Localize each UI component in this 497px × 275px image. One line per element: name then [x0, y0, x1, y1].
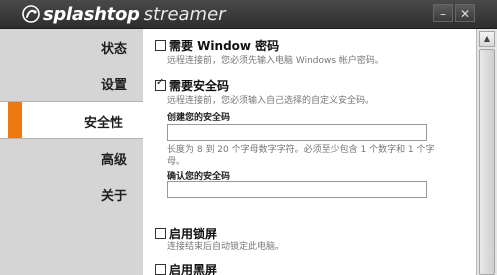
- sidebar-item-settings[interactable]: 设置: [0, 65, 143, 101]
- close-icon: ✕: [459, 7, 471, 21]
- sidebar-item-security[interactable]: 安全性: [0, 101, 143, 139]
- sidebar-item-advanced[interactable]: 高级: [0, 140, 143, 176]
- sidebar-item-status[interactable]: 状态: [0, 29, 143, 65]
- windows-password-checkbox[interactable]: [155, 40, 166, 51]
- security-code-hint: 远程连接前，您必须输入自己选择的自定义安全码。: [167, 96, 375, 106]
- minimize-icon: –: [440, 7, 446, 21]
- black-screen-option[interactable]: 启用黑屏: [155, 261, 217, 275]
- create-code-input[interactable]: [167, 124, 427, 141]
- sidebar: 状态 设置 安全性 高级 关于: [0, 29, 143, 275]
- create-code-label: 创建您的安全码: [167, 113, 231, 123]
- sidebar-item-label: 关于: [100, 189, 127, 204]
- lock-screen-hint: 连接结束后自动锁定此电脑。: [167, 242, 285, 252]
- lock-screen-option[interactable]: 启用锁屏: [155, 225, 217, 242]
- sidebar-item-label: 安全性: [83, 116, 123, 131]
- black-screen-label: 启用黑屏: [169, 263, 218, 275]
- security-code-option[interactable]: 需要安全码: [155, 77, 229, 94]
- confirm-code-input[interactable]: [167, 181, 427, 198]
- black-screen-checkbox[interactable]: [155, 264, 166, 275]
- close-button[interactable]: ✕: [455, 4, 475, 22]
- security-code-label: 需要安全码: [169, 79, 230, 93]
- splashtop-logo-icon: [22, 5, 40, 23]
- sidebar-item-about[interactable]: 关于: [0, 176, 143, 212]
- app-logo: splashtop streamer: [22, 3, 226, 25]
- sidebar-item-label: 高级: [100, 153, 127, 168]
- security-code-checkbox[interactable]: [155, 77, 166, 91]
- windows-password-label: 需要 Window 密码: [169, 39, 280, 53]
- product-name: streamer: [143, 3, 226, 25]
- windows-password-option[interactable]: 需要 Window 密码: [155, 37, 279, 54]
- chevron-up-icon: ▲: [483, 34, 491, 43]
- lock-screen-label: 启用锁屏: [169, 227, 218, 241]
- sidebar-item-label: 设置: [100, 78, 127, 93]
- windows-password-hint: 远程连接前，您必须先输入电脑 Windows 帐户密码。: [167, 56, 384, 66]
- brand-name: splashtop: [43, 3, 140, 25]
- code-rule-hint: 长度为 8 到 20 个字母数字字符。必须至少包含 1 个数字和 1 个字母。: [167, 145, 435, 167]
- scroll-thumb[interactable]: [479, 49, 495, 275]
- sidebar-item-label: 状态: [100, 42, 127, 57]
- lock-screen-checkbox[interactable]: [155, 228, 166, 239]
- security-panel: 需要 Window 密码 远程连接前，您必须先输入电脑 Windows 帐户密码…: [143, 29, 476, 275]
- active-marker: [8, 102, 22, 138]
- title-bar: splashtop streamer – ✕: [0, 0, 497, 29]
- minimize-button[interactable]: –: [433, 4, 453, 22]
- scroll-up-button[interactable]: ▲: [479, 31, 495, 47]
- vertical-scrollbar[interactable]: ▲: [476, 29, 497, 275]
